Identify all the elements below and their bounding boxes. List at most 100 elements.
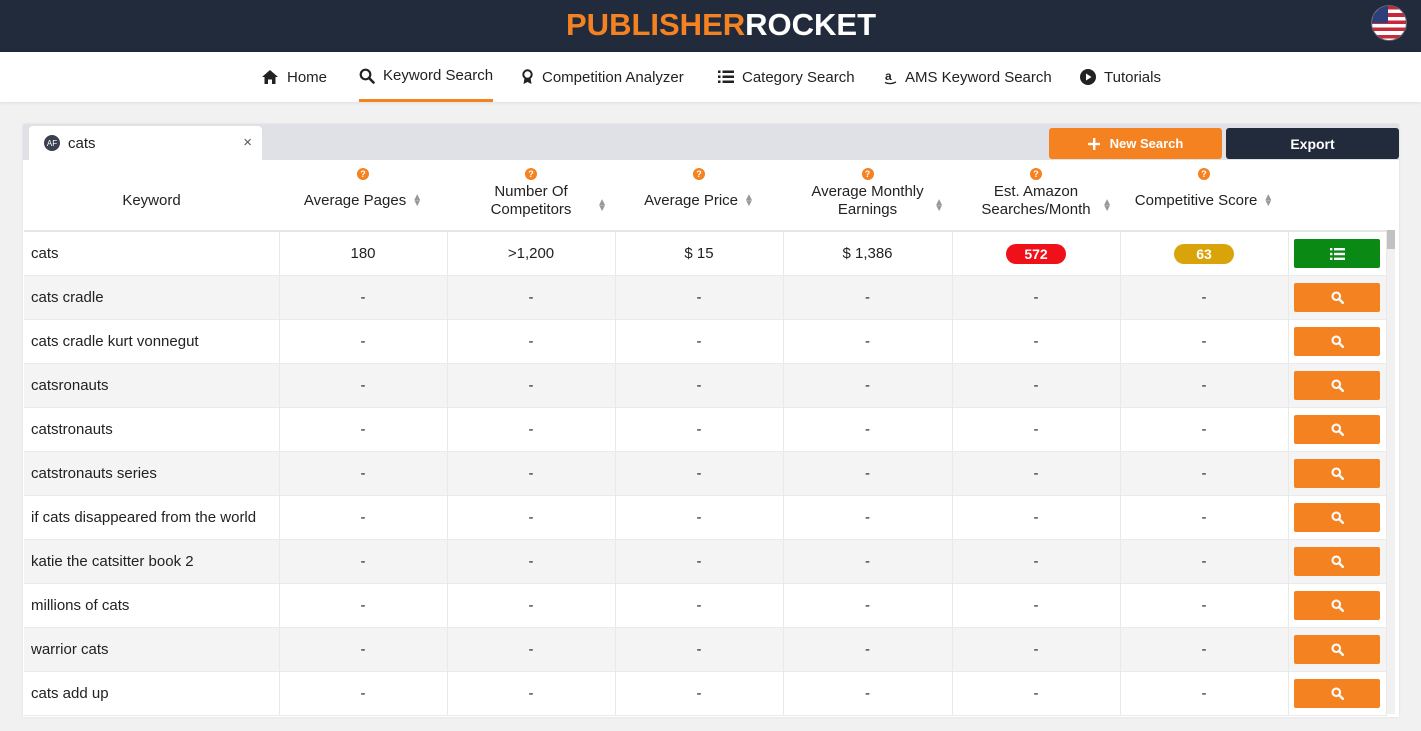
sort-icon[interactable]: ▲ ▼ — [1102, 198, 1112, 214]
searches-cell: - — [952, 671, 1121, 716]
table-row[interactable]: catstronauts - - - - - - — [24, 407, 1387, 452]
score-cell: 63 — [1120, 231, 1289, 276]
action-cell — [1288, 231, 1387, 276]
table-row[interactable]: cats cradle - - - - - - — [24, 275, 1387, 320]
analyze-keyword-button[interactable] — [1294, 591, 1380, 620]
keyword-cell: catsronauts — [24, 363, 280, 408]
table-header: Keyword? Average Pages ▲ ▼? Number Of Competi… — [24, 160, 1386, 232]
analyze-keyword-button[interactable] — [1294, 459, 1380, 488]
sort-icon[interactable]: ▲ ▼ — [1263, 193, 1273, 209]
sort-icon[interactable]: ▲ ▼ — [934, 198, 944, 214]
column-header-average-price[interactable]: ? Average Price ▲ ▼ — [615, 160, 783, 232]
analyze-keyword-button[interactable] — [1294, 327, 1380, 356]
nav-category-search[interactable]: Category Search — [718, 52, 855, 102]
vertical-scrollbar[interactable] — [1387, 230, 1395, 714]
sort-icon[interactable]: ▲ ▼ — [597, 198, 607, 214]
search-tab-strip: AF cats × New Search Export — [23, 124, 1399, 160]
close-icon[interactable]: × — [243, 134, 252, 151]
action-cell — [1288, 495, 1387, 540]
column-header-average-monthly-earnings[interactable]: ? Average Monthly Earnings ▲ ▼ — [783, 160, 952, 232]
search-icon — [1330, 467, 1344, 480]
nav-ams-keyword-search[interactable]: a AMS Keyword Search — [884, 52, 1052, 102]
table-row[interactable]: katie the catsitter book 2------ — [24, 539, 1387, 584]
keyword-cell: cats cradle kurt vonnegut — [24, 319, 280, 364]
search-icon — [1330, 423, 1344, 436]
new-search-button[interactable]: New Search — [1049, 128, 1222, 159]
column-label-text: Est. Amazon Searches/Month — [981, 183, 1090, 219]
table-row[interactable]: warrior cats - - - - - - — [24, 627, 1387, 672]
earnings-cell: - — [783, 539, 953, 584]
column-header-average-pages[interactable]: ? Average Pages ▲ ▼ — [279, 160, 447, 232]
score-cell: - — [1120, 539, 1289, 584]
price-cell: - — [615, 407, 784, 452]
table-row[interactable]: cats 180 >1,200 $ 15 $ 1,386 572 63 — [24, 231, 1387, 276]
analyze-keyword-button[interactable] — [1294, 503, 1380, 532]
scrollbar-thumb[interactable] — [1387, 230, 1395, 249]
search-icon — [1330, 687, 1344, 700]
help-icon[interactable]: ? — [357, 168, 369, 180]
nav-keyword-search-label: Keyword Search — [383, 67, 494, 84]
nav-tutorials-label: Tutorials — [1104, 68, 1161, 86]
earnings-cell: - — [783, 495, 953, 540]
column-label-line: Keyword — [122, 192, 181, 209]
nav-category-search-label: Category Search — [742, 68, 855, 86]
pages-cell: - — [279, 627, 448, 672]
table-row[interactable]: catsronauts - - - - - - — [24, 363, 1387, 408]
keyword-cell: cats cradle — [24, 275, 280, 320]
view-details-button[interactable] — [1294, 239, 1380, 268]
help-icon[interactable]: ? — [861, 168, 874, 180]
price-cell: - — [615, 451, 784, 496]
nav-competition-analyzer[interactable]: Competition Analyzer — [521, 52, 684, 102]
list-icon — [718, 70, 734, 83]
nav-home[interactable]: Home — [261, 52, 327, 102]
earnings-cell: - — [783, 275, 953, 320]
competitors-cell: - — [447, 363, 616, 408]
table-row[interactable]: cats add up - - - - - - — [24, 671, 1387, 716]
price-cell: - — [615, 275, 784, 320]
column-header-competitive-score[interactable]: ? Competitive Score ▲ ▼ — [1120, 160, 1288, 232]
competitors-cell: - — [447, 583, 616, 628]
action-cell — [1288, 363, 1387, 408]
column-header-number-of-competitors[interactable]: ? Number Of Competitors ▲ ▼ — [447, 160, 615, 232]
analyze-keyword-button[interactable] — [1294, 415, 1380, 444]
analyze-keyword-button[interactable] — [1294, 371, 1380, 400]
earnings-cell: $ 1,386 — [783, 231, 953, 276]
pages-cell: - — [279, 583, 448, 628]
searches-cell: - — [952, 407, 1121, 452]
column-label-line: Earnings — [837, 201, 898, 218]
search-tab-cats[interactable]: AF cats × — [29, 126, 262, 160]
price-cell: - — [615, 671, 784, 716]
help-icon[interactable]: ? — [1198, 168, 1210, 180]
search-icon — [1330, 511, 1344, 524]
table-row[interactable]: if cats disappeared from the world - - - - - - — [24, 495, 1387, 540]
searches-cell: - — [952, 583, 1121, 628]
score-cell: - — [1120, 407, 1289, 452]
analyze-keyword-button[interactable] — [1294, 547, 1380, 576]
help-icon[interactable]: ? — [525, 168, 537, 180]
sort-icon[interactable]: ▲ ▼ — [412, 193, 422, 209]
flag-canton — [1372, 6, 1388, 23]
table-row[interactable]: millions of cats - - - - - - — [24, 583, 1387, 628]
pages-cell: - — [279, 671, 448, 716]
price-cell: - — [615, 627, 784, 672]
analyze-keyword-button[interactable] — [1294, 635, 1380, 664]
column-label-text: Average Pages — [304, 192, 406, 210]
sort-icon[interactable]: ▲ ▼ — [744, 193, 754, 209]
competitors-cell: - — [447, 495, 616, 540]
award-icon — [522, 69, 533, 84]
table-row[interactable]: cats cradle kurt vonnegut - - - - - - — [24, 319, 1387, 364]
column-label-text: Keyword — [122, 192, 180, 210]
column-header-est-amazon-searches[interactable]: ? Est. Amazon Searches/Month ▲ ▼ — [952, 160, 1120, 232]
analyze-keyword-button[interactable] — [1294, 679, 1380, 708]
pages-cell: - — [279, 539, 448, 584]
score-cell: - — [1120, 583, 1289, 628]
help-icon[interactable]: ? — [693, 168, 705, 180]
searches-cell: 572 — [952, 231, 1121, 276]
nav-tutorials[interactable]: Tutorials — [1080, 52, 1161, 102]
us-flag-icon[interactable] — [1372, 6, 1406, 40]
table-row[interactable]: catstronauts series - - - - - - — [24, 451, 1387, 496]
nav-keyword-search[interactable]: Keyword Search — [359, 52, 494, 102]
analyze-keyword-button[interactable] — [1294, 283, 1380, 312]
export-button[interactable]: Export — [1226, 128, 1399, 159]
help-icon[interactable]: ? — [1030, 168, 1042, 180]
